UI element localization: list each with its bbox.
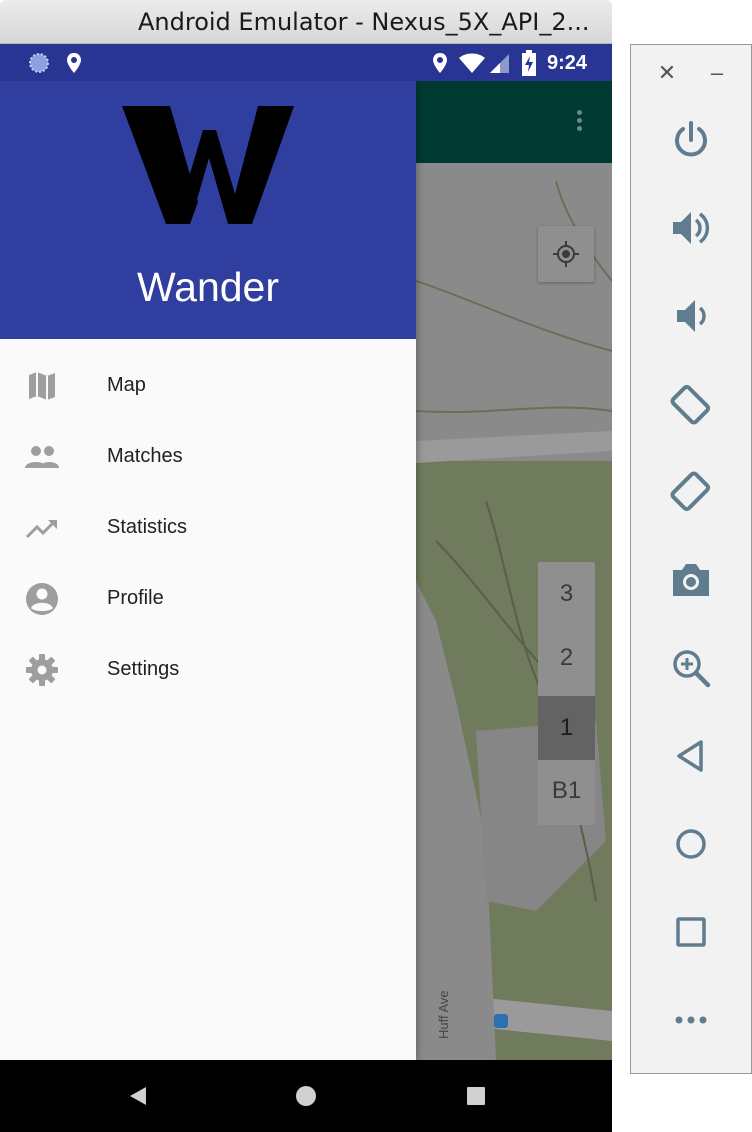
crosshair-icon [553, 241, 579, 267]
account-circle-icon [26, 583, 58, 615]
rotate-left-icon [670, 384, 711, 425]
home-icon[interactable] [294, 1084, 318, 1108]
drawer-item-matches[interactable]: Matches [0, 422, 416, 493]
drawer-item-label: Settings [107, 658, 180, 680]
back-icon [677, 740, 703, 772]
battery-charging-icon [522, 50, 536, 76]
drawer-item-label: Map [107, 374, 146, 396]
window-title: Android Emulator - Nexus_5X_API_2... [138, 8, 590, 36]
wander-logo [122, 106, 294, 224]
overview-icon [676, 917, 706, 947]
floor-level-button[interactable]: 2 [538, 626, 595, 690]
home-icon [676, 829, 706, 859]
clock: 9:24 [547, 52, 588, 74]
signal-icon [490, 54, 509, 73]
emulator-back-button[interactable] [631, 725, 751, 785]
android-nav-bar [0, 1060, 612, 1132]
emulator-side-panel: ✕ – [630, 44, 752, 1074]
device-screen: 9:24 3 2 1 B1 Huff Ave Wander Map Matche… [0, 44, 612, 1060]
gear-icon [26, 654, 58, 686]
map-toolbar [416, 81, 612, 163]
wifi-icon [459, 53, 485, 73]
zoom-button[interactable] [631, 637, 751, 697]
more-icon [675, 1016, 707, 1024]
app-name: Wander [136, 264, 280, 310]
more-button[interactable] [631, 989, 751, 1049]
location-pin-icon [67, 53, 81, 73]
trending-up-icon [25, 520, 57, 539]
volume-up-icon [673, 212, 710, 244]
rotate-right-button[interactable] [631, 461, 751, 521]
minimize-icon[interactable]: – [705, 61, 729, 85]
emulator-window: Android Emulator - Nexus_5X_API_2... 9:2… [0, 0, 612, 1132]
location-pin-icon [433, 53, 447, 73]
overflow-menu-icon[interactable] [568, 107, 590, 137]
volume-down-button[interactable] [631, 285, 751, 345]
window-title-bar[interactable]: Android Emulator - Nexus_5X_API_2... [0, 0, 612, 44]
drawer-item-map[interactable]: Map [0, 351, 416, 422]
rotate-left-button[interactable] [631, 373, 751, 433]
map-view[interactable]: 3 2 1 B1 Huff Ave [416, 81, 612, 1060]
loading-icon [29, 53, 49, 73]
floor-level-button[interactable]: B1 [538, 759, 595, 823]
recents-icon[interactable] [464, 1084, 488, 1108]
drawer-item-profile[interactable]: Profile [0, 564, 416, 635]
camera-icon [673, 564, 709, 596]
drawer-header: Wander [0, 44, 416, 339]
status-bar: 9:24 [0, 44, 612, 81]
drawer-item-label: Matches [107, 445, 183, 467]
drawer-item-label: Statistics [107, 516, 188, 538]
navigation-drawer: Wander Map Matches Statistics Profile Se… [0, 44, 416, 1060]
drawer-item-statistics[interactable]: Statistics [0, 493, 416, 564]
floor-level-button-active[interactable]: 1 [538, 696, 595, 760]
people-icon [25, 446, 59, 468]
power-icon [675, 121, 707, 157]
map-icon [29, 372, 55, 400]
emulator-home-button[interactable] [631, 813, 751, 873]
rotate-right-icon [670, 471, 711, 512]
back-icon[interactable] [126, 1084, 150, 1108]
drawer-item-settings[interactable]: Settings [0, 635, 416, 706]
power-button[interactable] [631, 109, 751, 169]
drawer-item-label: Profile [107, 587, 164, 609]
screenshot-button[interactable] [631, 549, 751, 609]
my-location-button[interactable] [538, 226, 594, 282]
floor-level-button[interactable]: 3 [538, 562, 595, 626]
zoom-icon [673, 650, 711, 688]
street-label: Huff Ave [436, 990, 451, 1039]
volume-up-button[interactable] [631, 197, 751, 257]
volume-down-icon [677, 300, 706, 332]
floor-picker: 3 2 1 B1 [538, 562, 595, 825]
close-icon[interactable]: ✕ [655, 61, 679, 85]
emulator-overview-button[interactable] [631, 901, 751, 961]
